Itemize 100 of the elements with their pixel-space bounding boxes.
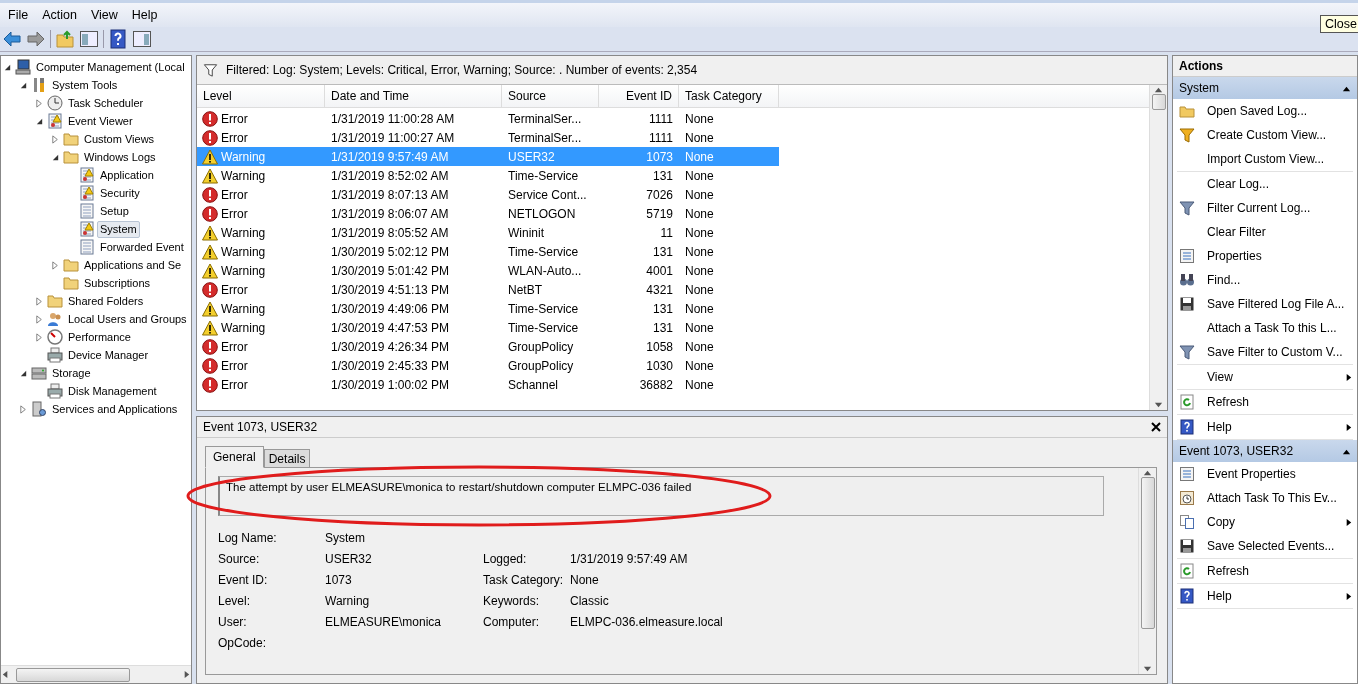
log-warning-icon — [79, 185, 95, 201]
pane-command[interactable]: Clear Log... — [1177, 172, 1353, 196]
back-arrow-icon[interactable] — [2, 29, 22, 49]
tree-item[interactable]: Applications and Se — [81, 256, 185, 274]
section-header[interactable]: System — [1173, 77, 1357, 99]
action-pane-icon[interactable] — [132, 29, 152, 49]
event-row[interactable]: Error 1/30/2019 2:45:33 PM GroupPolicy 1030 None — [197, 356, 779, 375]
pane-command[interactable]: Attach a Task To this L... — [1177, 316, 1353, 340]
tree-item[interactable]: Custom Views — [81, 130, 158, 148]
scrollbar-thumb[interactable] — [1140, 477, 1155, 629]
tree-item[interactable]: Event Viewer — [65, 112, 136, 130]
pane-command[interactable]: Clear Filter — [1177, 220, 1353, 244]
event-row[interactable]: Error 1/31/2019 11:00:28 AM TerminalSer... 1111 None — [197, 109, 779, 128]
scrollbar-thumb[interactable] — [1151, 94, 1166, 110]
column-header[interactable]: Event ID — [599, 85, 679, 107]
expand-arrow-icon[interactable] — [35, 314, 44, 324]
table-cell: Error — [221, 130, 248, 145]
pane-command[interactable]: Refresh — [1177, 559, 1353, 583]
tree-item[interactable]: Security — [97, 184, 143, 202]
table-cell-text: None — [684, 377, 715, 392]
tree-item[interactable]: Computer Management (Local — [33, 58, 188, 76]
pane-command[interactable]: Import Custom View... — [1177, 147, 1353, 171]
pane-command[interactable]: View — [1177, 365, 1353, 389]
tree-item[interactable]: Disk Management — [65, 382, 160, 400]
pane-toggle-icon[interactable] — [79, 29, 99, 49]
error-icon — [202, 186, 218, 203]
pane-command[interactable]: Refresh — [1177, 390, 1353, 414]
tree-item[interactable]: Application — [97, 166, 157, 184]
event-row[interactable]: Warning 1/31/2019 8:52:02 AM Time-Service 131 None — [197, 166, 779, 185]
help-icon[interactable] — [108, 29, 128, 49]
menu-item[interactable]: File — [2, 6, 35, 24]
column-header[interactable]: Source — [502, 85, 599, 107]
pane-command[interactable]: Open Saved Log... — [1177, 99, 1353, 123]
event-row[interactable]: Error 1/30/2019 1:00:02 PM Schannel 36882 None — [197, 375, 779, 394]
section-header[interactable]: Event 1073, USER32 — [1173, 440, 1357, 462]
collapse-arrow-icon[interactable] — [3, 62, 12, 72]
collapse-arrow-icon[interactable] — [19, 368, 28, 378]
expand-arrow-icon[interactable] — [35, 332, 44, 342]
table-cell: Warning — [221, 320, 266, 335]
close-icon[interactable] — [1151, 422, 1161, 432]
tree-item[interactable]: Storage — [49, 364, 94, 382]
tree-item[interactable]: Performance — [65, 328, 134, 346]
folder-up-icon[interactable] — [55, 29, 75, 49]
tree-item[interactable]: Local Users and Groups — [65, 310, 190, 328]
menu-item[interactable]: View — [84, 6, 124, 24]
scrollbar-thumb[interactable] — [16, 667, 130, 682]
collapse-arrow-icon[interactable] — [19, 80, 28, 90]
event-row[interactable]: Error 1/30/2019 4:51:13 PM NetBT 4321 None — [197, 280, 779, 299]
tab[interactable]: Details — [263, 449, 311, 468]
pane-command[interactable]: Save Filter to Custom V... — [1177, 340, 1353, 364]
column-header[interactable]: Date and Time — [325, 85, 502, 107]
tree-item[interactable]: Forwarded Event — [97, 238, 187, 256]
expand-arrow-icon[interactable] — [35, 296, 44, 306]
tree-item[interactable]: Setup — [97, 202, 132, 220]
tree-item[interactable]: Subscriptions — [81, 274, 154, 292]
pane-command[interactable]: Copy — [1177, 510, 1353, 534]
tree-item[interactable]: Shared Folders — [65, 292, 147, 310]
tab[interactable]: General — [205, 446, 264, 468]
tree-item[interactable]: Task Scheduler — [65, 94, 147, 112]
table-cell-text: 1/30/2019 1:00:02 PM — [330, 377, 451, 392]
pane-command[interactable]: Create Custom View... — [1177, 123, 1353, 147]
pane-command[interactable]: Properties — [1177, 244, 1353, 268]
expand-arrow-icon[interactable] — [19, 404, 28, 414]
tree-item[interactable]: System — [97, 220, 140, 238]
pane-command[interactable]: Filter Current Log... — [1177, 196, 1353, 220]
event-row[interactable]: Error 1/31/2019 8:07:13 AM Service Cont... 7026 None — [197, 185, 779, 204]
tree-item[interactable]: Device Manager — [65, 346, 152, 364]
pane-command[interactable]: Help — [1177, 584, 1353, 608]
event-row[interactable]: Warning 1/31/2019 8:05:52 AM Wininit 11 None — [197, 223, 779, 242]
menu-item[interactable]: Help — [125, 6, 164, 24]
pane-command[interactable]: Help — [1177, 415, 1353, 439]
expand-arrow-icon[interactable] — [51, 134, 60, 144]
funnel-icon — [1179, 200, 1195, 216]
menu-item[interactable]: Action — [36, 6, 83, 24]
column-header[interactable]: Level — [197, 85, 325, 107]
section-title: System — [1179, 81, 1219, 95]
column-header[interactable]: Task Category — [679, 85, 779, 107]
expand-arrow-icon[interactable] — [51, 260, 60, 270]
table-cell-text: 1/31/2019 11:00:27 AM — [330, 130, 456, 145]
expand-arrow-icon[interactable] — [35, 98, 44, 108]
event-row[interactable]: Warning 1/30/2019 4:49:06 PM Time-Service 131 None — [197, 299, 779, 318]
pane-command[interactable]: Find... — [1177, 268, 1353, 292]
event-row[interactable]: Error 1/31/2019 11:00:27 AM TerminalSer... 1111 None — [197, 128, 779, 147]
event-row[interactable]: Error 1/31/2019 8:06:07 AM NETLOGON 5719 None — [197, 204, 779, 223]
pane-command[interactable]: Attach Task To This Ev... — [1177, 486, 1353, 510]
collapse-arrow-icon[interactable] — [51, 152, 60, 162]
tree-item[interactable]: System Tools — [49, 76, 121, 94]
message-box: The attempt by user ELMEASURE\monica to restart/shutdown computer ELMPC-036 failed — [218, 476, 1104, 516]
event-row[interactable]: Warning 1/30/2019 4:47:53 PM Time-Service 131 None — [197, 318, 779, 337]
forward-arrow-icon[interactable] — [26, 29, 46, 49]
event-row[interactable]: Error 1/30/2019 4:26:34 PM GroupPolicy 1058 None — [197, 337, 779, 356]
collapse-arrow-icon[interactable] — [35, 116, 44, 126]
event-row[interactable]: Warning 1/30/2019 5:02:12 PM Time-Service 131 None — [197, 242, 779, 261]
pane-command[interactable]: Event Properties — [1177, 462, 1353, 486]
event-row[interactable]: Warning 1/30/2019 5:01:42 PM WLAN-Auto... 4001 None — [197, 261, 779, 280]
warning-icon — [202, 167, 218, 184]
tree-item[interactable]: Services and Applications — [49, 400, 181, 418]
tree-item[interactable]: Windows Logs — [81, 148, 159, 166]
pane-command[interactable]: Save Filtered Log File A... — [1177, 292, 1353, 316]
pane-command[interactable]: Save Selected Events... — [1177, 534, 1353, 558]
